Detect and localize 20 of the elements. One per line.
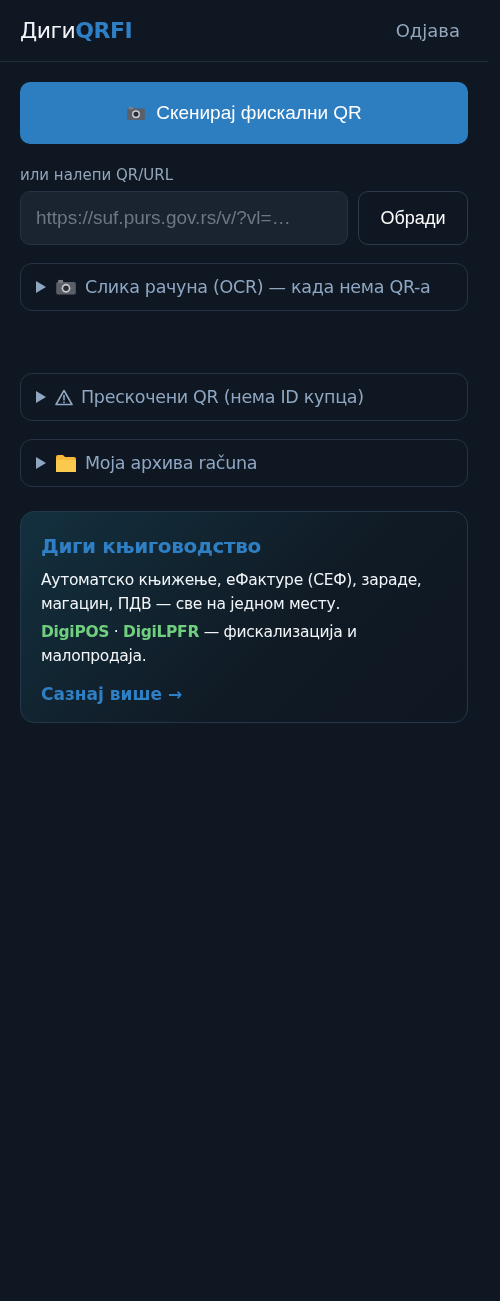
section-title: Прескочени QR (нема ID купца) (81, 387, 364, 407)
promo-text: Аутоматско књижење, еФактуре (СЕФ), зараде, магацин, ПДВ — све на једном месту. (41, 570, 423, 615)
collapsible-section[interactable]: Прескочени QR (нема ID купца) (20, 373, 468, 421)
folder-icon (55, 453, 77, 473)
url-input-field[interactable]: https://suf.purs.gov.rs/v/?vl=… (20, 191, 348, 245)
scan-qr-button[interactable]: Скенирај фискални QR (20, 82, 468, 144)
camera-icon (126, 105, 147, 121)
logout-link[interactable]: Одјава (395, 20, 460, 41)
collapsible-section[interactable]: Моја архива računa (20, 439, 468, 487)
app-logo: ДигиQRFI (20, 18, 133, 43)
learn-more-link[interactable]: Сазнај више → (41, 684, 183, 704)
camera-icon (55, 278, 77, 296)
section-title: Моја архива računa (85, 453, 258, 473)
collapsible-section[interactable]: Слика рачуна (OCR) — када нема QR-а (20, 263, 468, 311)
process-button[interactable]: Обради (358, 191, 468, 245)
promo-title: Диги књиговодство (41, 534, 262, 558)
paste-label: или налепи QR/URL (20, 166, 175, 184)
section-title: Слика рачуна (OCR) — када нема QR-а (85, 277, 431, 297)
products-text: DigiPOS · DigiLPFR — фискализација и малопродаја. (41, 622, 358, 667)
warning-icon (55, 388, 73, 406)
